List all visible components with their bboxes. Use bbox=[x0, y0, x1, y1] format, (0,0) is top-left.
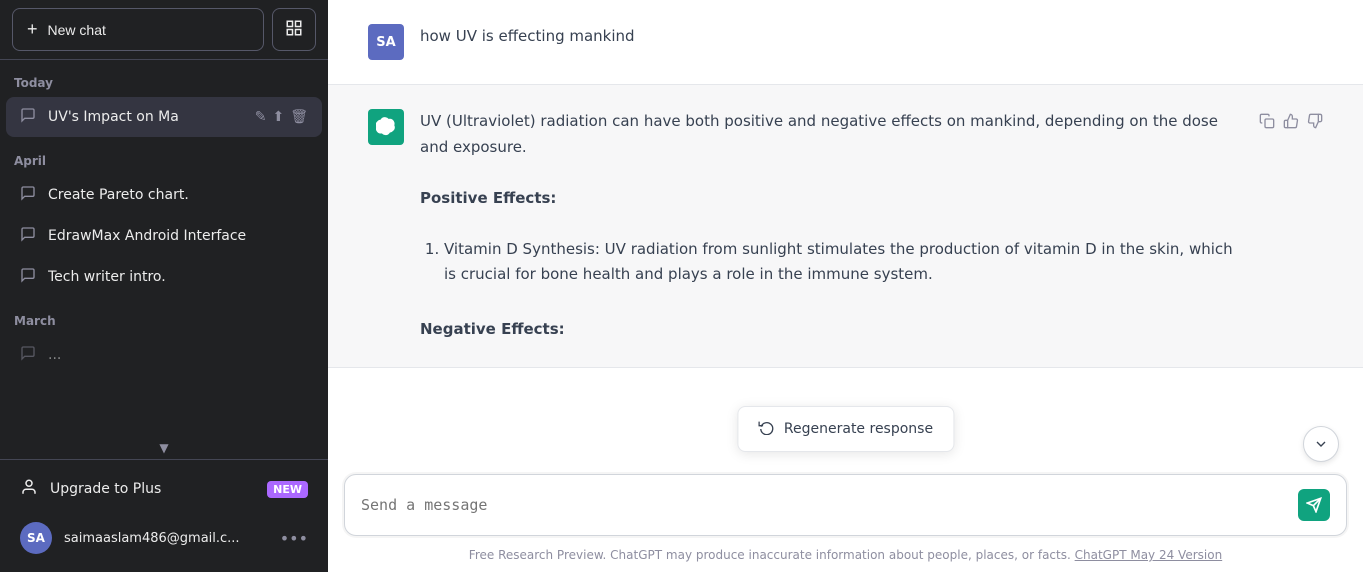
ai-message-text: UV (Ultraviolet) radiation can have both… bbox=[420, 109, 1243, 343]
chat-item-label: Create Pareto chart. bbox=[48, 187, 308, 203]
chat-icon bbox=[20, 185, 38, 205]
section-april: April bbox=[0, 138, 328, 174]
chat-icon bbox=[20, 345, 38, 365]
thumbs-down-button[interactable] bbox=[1307, 113, 1323, 133]
user-message-row: SA how UV is effecting mankind bbox=[328, 0, 1363, 85]
main-content: SA how UV is effecting mankind UV (Ultra… bbox=[328, 0, 1363, 572]
chat-item-uv-impact[interactable]: UV's Impact on Ma ✎ ⬆ 🗑 bbox=[6, 97, 322, 137]
message-input-box bbox=[344, 474, 1347, 536]
chat-icon bbox=[20, 226, 38, 246]
sidebar-bottom: Upgrade to Plus NEW SA saimaaslam486@gma… bbox=[0, 459, 328, 572]
chat-messages: SA how UV is effecting mankind UV (Ultra… bbox=[328, 0, 1363, 462]
user-icon bbox=[20, 478, 38, 500]
disclaimer-link[interactable]: ChatGPT May 24 Version bbox=[1075, 548, 1223, 562]
sidebar-top: + New chat bbox=[0, 0, 328, 60]
ai-avatar bbox=[368, 109, 404, 145]
section-march: March bbox=[0, 298, 328, 334]
positive-effects-label: Positive Effects: bbox=[420, 186, 1243, 212]
new-chat-button[interactable]: + New chat bbox=[12, 8, 264, 51]
avatar: SA bbox=[20, 522, 52, 554]
section-today: Today bbox=[0, 60, 328, 96]
regenerate-icon bbox=[758, 419, 774, 439]
upgrade-label: Upgrade to Plus bbox=[50, 481, 161, 497]
disclaimer-text: Free Research Preview. ChatGPT may produ… bbox=[469, 548, 1075, 562]
negative-effects-label: Negative Effects: bbox=[420, 317, 1243, 343]
copy-button[interactable] bbox=[1259, 113, 1275, 133]
regenerate-popup[interactable]: Regenerate response bbox=[737, 406, 954, 452]
list-item: Vitamin D Synthesis: UV radiation from s… bbox=[444, 237, 1243, 288]
share-icon[interactable]: ⬆ bbox=[272, 109, 284, 125]
new-badge: NEW bbox=[267, 481, 308, 498]
ai-message-actions bbox=[1259, 109, 1323, 133]
chat-item-edrawmax[interactable]: EdrawMax Android Interface bbox=[6, 216, 322, 256]
chat-item-pareto[interactable]: Create Pareto chart. bbox=[6, 175, 322, 215]
chat-item-label: EdrawMax Android Interface bbox=[48, 228, 308, 244]
more-options-icon[interactable]: ••• bbox=[280, 529, 308, 548]
user-email: saimaaslam486@gmail.c... bbox=[64, 531, 268, 546]
edit-icon[interactable]: ✎ bbox=[255, 109, 267, 125]
chat-item-label: ... bbox=[48, 347, 308, 363]
scroll-down-button[interactable] bbox=[1303, 426, 1339, 462]
sidebar-scroll-area: Today UV's Impact on Ma ✎ ⬆ 🗑 April Crea… bbox=[0, 60, 328, 437]
positive-effects-list: Vitamin D Synthesis: UV radiation from s… bbox=[420, 237, 1243, 288]
layout-toggle-button[interactable] bbox=[272, 8, 316, 51]
disclaimer: Free Research Preview. ChatGPT may produ… bbox=[328, 542, 1363, 572]
ai-intro: UV (Ultraviolet) radiation can have both… bbox=[420, 109, 1243, 160]
chat-item-label: Tech writer intro. bbox=[48, 269, 308, 285]
thumbs-up-button[interactable] bbox=[1283, 113, 1299, 133]
user-message-text: how UV is effecting mankind bbox=[420, 24, 1323, 50]
chat-icon bbox=[20, 267, 38, 287]
new-chat-label: New chat bbox=[48, 22, 106, 38]
regenerate-label: Regenerate response bbox=[784, 421, 933, 437]
layout-icon bbox=[285, 19, 303, 40]
delete-icon[interactable]: 🗑 bbox=[290, 109, 308, 125]
ai-message-row: UV (Ultraviolet) radiation can have both… bbox=[328, 85, 1363, 368]
chat-item-tech-writer[interactable]: Tech writer intro. bbox=[6, 257, 322, 297]
avatar: SA bbox=[368, 24, 404, 60]
upgrade-to-plus-button[interactable]: Upgrade to Plus NEW bbox=[6, 468, 322, 510]
send-button[interactable] bbox=[1298, 489, 1330, 521]
plus-icon: + bbox=[27, 19, 38, 40]
input-area bbox=[328, 462, 1363, 542]
sidebar-scroll-down: ▼ bbox=[0, 437, 328, 459]
chat-item-label: UV's Impact on Ma bbox=[48, 109, 245, 125]
chat-item-march[interactable]: ... bbox=[6, 335, 322, 375]
user-profile-button[interactable]: SA saimaaslam486@gmail.c... ••• bbox=[6, 512, 322, 564]
chat-item-actions: ✎ ⬆ 🗑 bbox=[255, 109, 308, 125]
chat-icon bbox=[20, 107, 38, 127]
message-input[interactable] bbox=[361, 496, 1298, 514]
sidebar: + New chat Today UV's Impact on Ma ✎ bbox=[0, 0, 328, 572]
